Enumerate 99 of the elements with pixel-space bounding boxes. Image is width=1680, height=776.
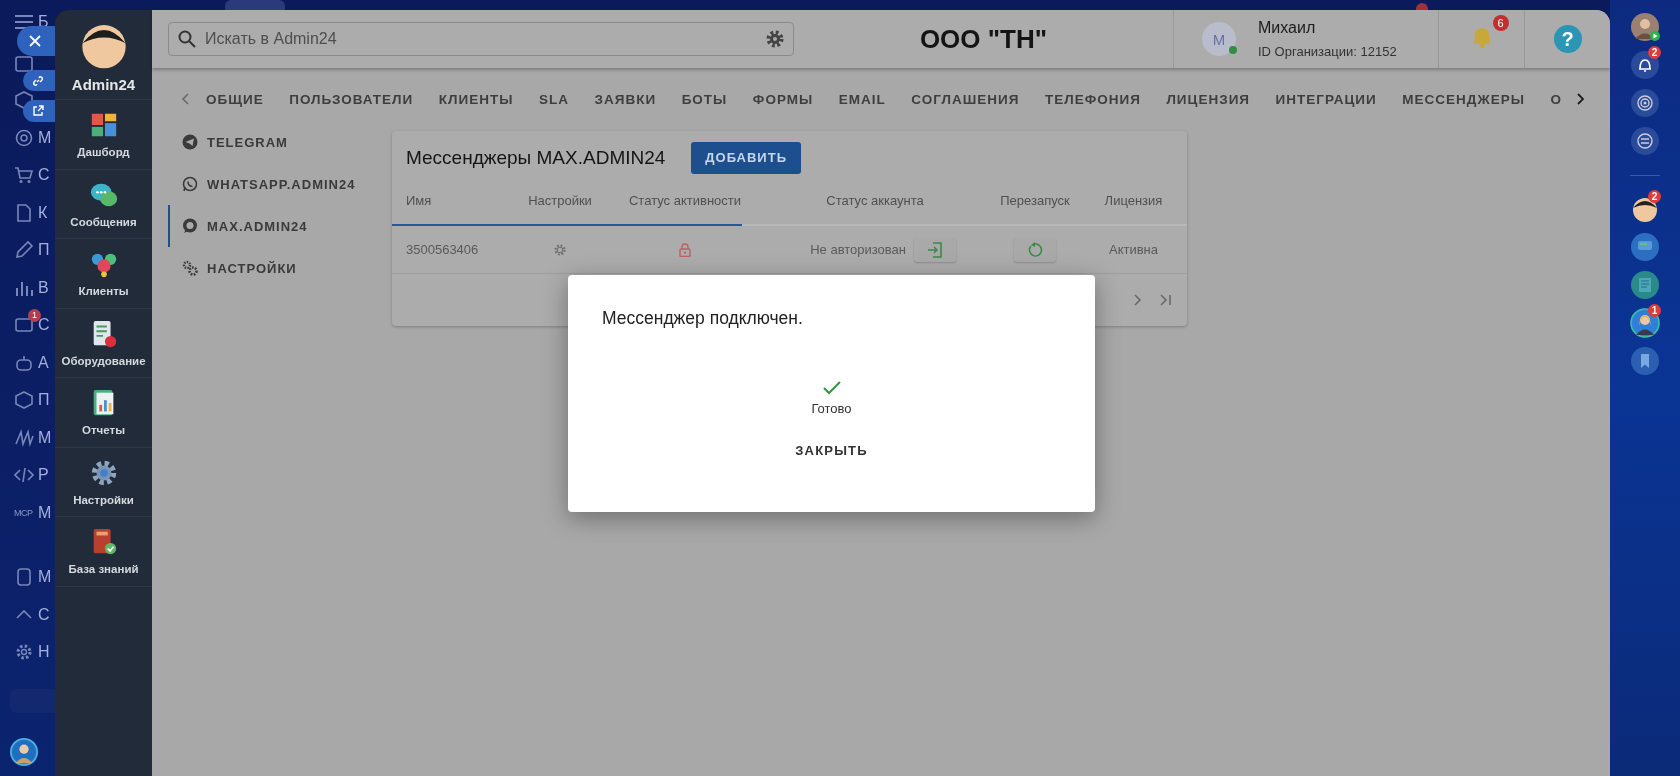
table-cell: 3500563406 <box>406 242 479 257</box>
settings-icon[interactable] <box>765 29 785 49</box>
check-icon <box>821 380 842 396</box>
nav-item[interactable]: Отчеты <box>82 424 125 437</box>
card-title: Мессенджеры MAX.ADMIN24 <box>406 146 666 169</box>
submenu-item[interactable]: WHATSAPP.ADMIN24 <box>168 163 392 205</box>
user-name: Михаил <box>1258 19 1317 37</box>
restart-button[interactable] <box>1014 237 1056 262</box>
chat-arrows-icon[interactable] <box>1630 126 1660 156</box>
tab[interactable]: ЗАЯВКИ <box>590 91 661 107</box>
count-badge: 2 <box>1648 46 1661 59</box>
brand-name: Admin24 <box>71 76 136 93</box>
search-field[interactable]: Искать в Admin24 <box>168 22 794 56</box>
menu-item[interactable]: П <box>38 391 50 410</box>
close-button[interactable]: ЗАКРЫТЬ <box>785 437 878 464</box>
nav-item[interactable]: Сообщения <box>70 215 137 228</box>
tab[interactable]: SLA <box>535 91 573 107</box>
menu-item[interactable]: С <box>38 605 50 624</box>
menu-item-icon <box>14 567 34 588</box>
menu-item[interactable]: В <box>38 278 49 297</box>
close-icon <box>29 35 41 47</box>
menu-item[interactable]: Р <box>38 466 49 485</box>
menu-item[interactable]: П <box>38 241 50 260</box>
menu-item-icon <box>14 390 34 411</box>
avatar[interactable] <box>1630 12 1660 42</box>
menu-item[interactable]: А <box>38 353 49 372</box>
submenu-item[interactable]: НАСТРОЙКИ <box>168 247 392 289</box>
close-button[interactable] <box>17 26 55 56</box>
nav-item[interactable]: Дашборд <box>77 146 130 159</box>
menu-item[interactable]: К <box>38 203 48 222</box>
column-header: Лицензия <box>1104 192 1163 208</box>
nav-item[interactable]: Настройки <box>73 493 134 506</box>
status-text: Готово <box>811 401 852 416</box>
license-status: Активна <box>1108 242 1158 257</box>
nav-item[interactable]: База знаний <box>68 563 139 576</box>
column-header: Статус аккаунта <box>826 192 924 208</box>
menu-item[interactable]: М <box>38 428 52 447</box>
menu-item[interactable]: М <box>38 503 52 522</box>
menu-item[interactable]: С <box>38 166 50 185</box>
menu-item[interactable]: М <box>38 128 52 147</box>
nav-item[interactable]: Оборудование <box>61 354 146 367</box>
tab[interactable]: ФОРМЫ <box>748 91 818 107</box>
organization-id: ID Организации: 12152 <box>1258 44 1397 59</box>
chevron-right-icon[interactable] <box>1574 92 1586 106</box>
tab[interactable]: КЛИЕНТЫ <box>434 91 518 107</box>
chat-icon <box>182 218 198 234</box>
tab[interactable]: СОГЛАШЕНИЯ <box>907 91 1024 107</box>
tab[interactable]: ОБЩИЕ <box>202 91 268 107</box>
count-badge: 1 <box>1648 304 1661 317</box>
nav-item[interactable]: Клиенты <box>78 285 129 298</box>
column-header: Имя <box>406 192 432 208</box>
external-link-icon <box>32 105 44 117</box>
spiral-icon[interactable] <box>1630 88 1660 118</box>
menu-item[interactable]: С <box>38 316 50 335</box>
tab[interactable]: О <box>1546 91 1566 107</box>
menu-item[interactable]: Н <box>38 643 50 662</box>
login-icon <box>927 241 943 258</box>
menu-item-icon: MCP <box>14 507 34 518</box>
menu-item-icon <box>14 202 34 223</box>
search-icon <box>178 30 196 48</box>
link-icon <box>32 74 44 87</box>
bell-icon[interactable] <box>1630 50 1660 80</box>
tab[interactable]: EMAIL <box>834 91 890 107</box>
notification-badge: 6 <box>1492 15 1509 31</box>
link-button[interactable] <box>23 70 55 91</box>
tab[interactable]: ПОЛЬЗОВАТЕЛИ <box>285 91 418 107</box>
refresh-icon <box>1027 241 1043 258</box>
column-header: Настройки <box>528 192 592 208</box>
newspaper-icon[interactable] <box>1630 270 1660 300</box>
column-header: Перезапуск <box>1000 192 1070 208</box>
whatsapp-icon <box>182 176 198 192</box>
tab[interactable]: МЕССЕНДЖЕРЫ <box>1398 91 1529 107</box>
lock-icon <box>679 242 691 257</box>
tab[interactable]: БОТЫ <box>677 91 732 107</box>
bookmark-icon[interactable] <box>1630 346 1660 376</box>
help-button[interactable]: ? <box>1553 25 1582 53</box>
telegram-icon <box>182 134 198 150</box>
account-status: Не авторизован <box>810 242 906 257</box>
open-external-button[interactable] <box>23 100 55 122</box>
menu-item-icon <box>14 240 34 261</box>
submenu-item[interactable]: TELEGRAM <box>168 121 392 163</box>
menu-item-icon <box>14 165 34 186</box>
company-name: ООО "ТН" <box>919 23 1048 55</box>
menu-item-icon <box>14 127 34 148</box>
chat-icon[interactable] <box>1630 232 1660 262</box>
tab[interactable]: ЛИЦЕНЗИЯ <box>1162 91 1255 107</box>
dialog-title: Мессенджер подключен. <box>601 307 804 329</box>
menu-item-icon <box>14 427 34 448</box>
avatar[interactable] <box>10 738 38 766</box>
count-badge: 2 <box>1648 190 1661 203</box>
gears-icon <box>182 260 198 276</box>
add-button[interactable]: ДОБАВИТЬ <box>691 141 801 174</box>
column-header: Статус активности <box>629 192 741 208</box>
avatar[interactable] <box>1630 308 1660 338</box>
last-page-button[interactable] <box>1157 293 1173 307</box>
menu-item[interactable]: М <box>38 568 52 587</box>
tab[interactable]: ИНТЕГРАЦИИ <box>1271 91 1381 107</box>
tab[interactable]: ТЕЛЕФОНИЯ <box>1040 91 1145 107</box>
next-page-button[interactable] <box>1131 293 1143 307</box>
